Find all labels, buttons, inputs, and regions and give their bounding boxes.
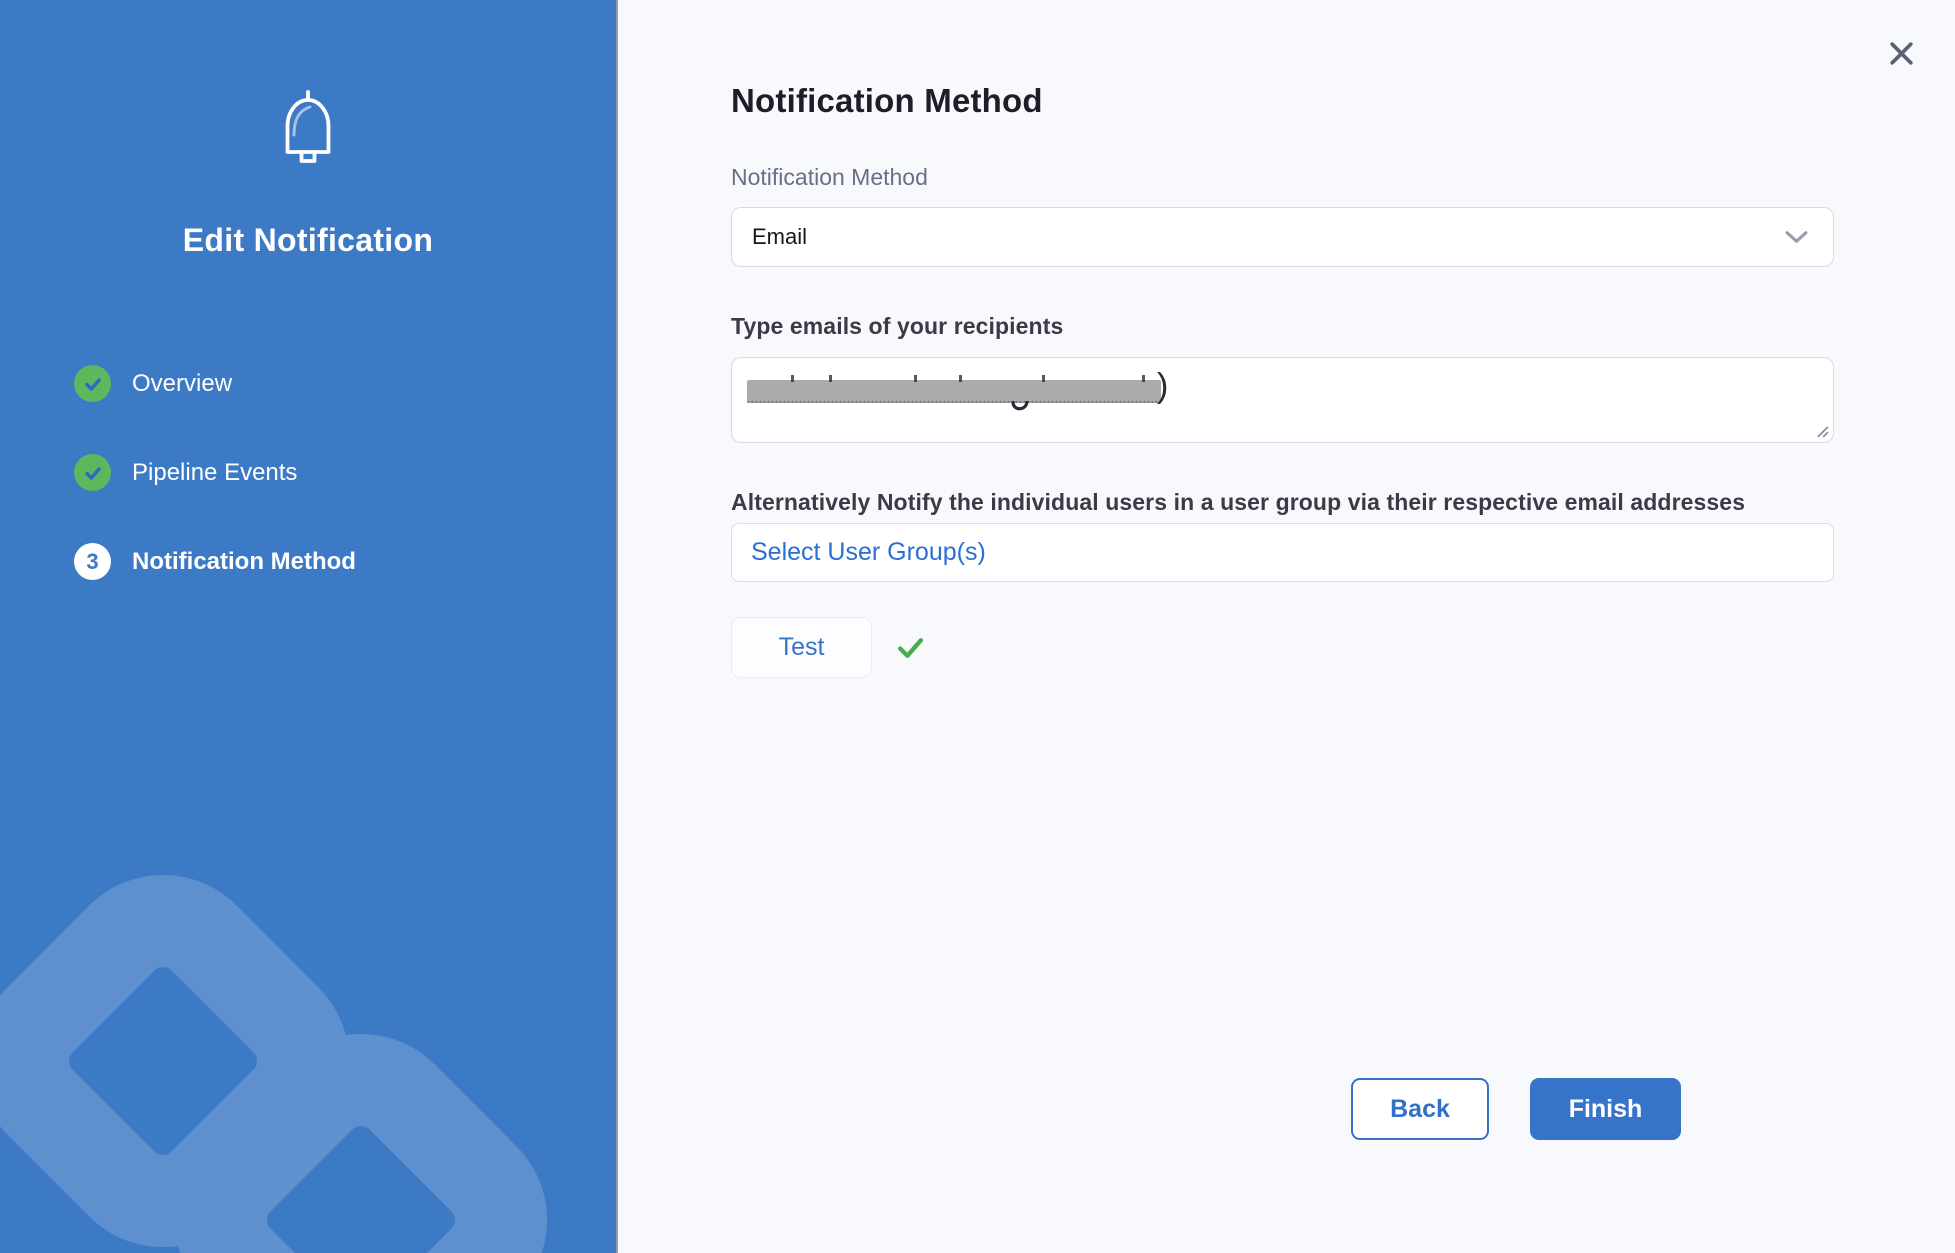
step-number-badge: 3 bbox=[74, 543, 111, 580]
select-user-groups-label: Select User Group(s) bbox=[751, 538, 986, 567]
check-icon bbox=[82, 462, 104, 484]
recipients-visible-fragment: ) bbox=[1157, 367, 1168, 406]
redacted-email-value bbox=[747, 380, 1161, 403]
step-overview[interactable]: Overview bbox=[74, 365, 356, 402]
wizard-footer: Back Finish bbox=[1351, 1078, 1681, 1140]
close-button[interactable] bbox=[1880, 32, 1922, 74]
recipients-textarea[interactable]: ) bbox=[731, 357, 1834, 443]
notification-method-panel: Notification Method Notification Method … bbox=[620, 0, 1955, 1253]
step-label: Notification Method bbox=[132, 548, 356, 576]
method-field-label: Notification Method bbox=[731, 164, 1834, 191]
step-notification-method[interactable]: 3 Notification Method bbox=[74, 543, 356, 580]
page-title: Notification Method bbox=[731, 82, 1834, 120]
step-label: Overview bbox=[132, 370, 232, 398]
step-done-badge bbox=[74, 365, 111, 402]
resize-handle-icon[interactable] bbox=[1812, 421, 1829, 438]
step-label: Pipeline Events bbox=[132, 459, 297, 487]
redacted-descender-mark bbox=[1011, 401, 1029, 415]
step-done-badge bbox=[74, 454, 111, 491]
check-icon bbox=[895, 632, 926, 663]
close-icon bbox=[1886, 38, 1917, 69]
check-icon bbox=[82, 373, 104, 395]
wizard-steps: Overview Pipeline Events 3 Notification … bbox=[74, 365, 356, 632]
step-pipeline-events[interactable]: Pipeline Events bbox=[74, 454, 356, 491]
chevron-down-icon bbox=[1784, 230, 1809, 245]
recipients-field-label: Type emails of your recipients bbox=[731, 313, 1834, 340]
back-button[interactable]: Back bbox=[1351, 1078, 1489, 1140]
select-user-groups-button[interactable]: Select User Group(s) bbox=[731, 523, 1834, 582]
wizard-title: Edit Notification bbox=[0, 222, 616, 259]
wizard-sidebar: Edit Notification Overview bbox=[0, 0, 618, 1253]
notification-method-value: Email bbox=[752, 224, 807, 250]
edit-notification-dialog: Edit Notification Overview bbox=[0, 0, 1955, 1253]
notification-method-select[interactable]: Email bbox=[731, 207, 1834, 267]
usergroup-field-label: Alternatively Notify the individual user… bbox=[731, 489, 1834, 516]
finish-button[interactable]: Finish bbox=[1530, 1078, 1681, 1140]
bell-icon bbox=[274, 88, 342, 170]
test-button[interactable]: Test bbox=[731, 617, 872, 678]
test-row: Test bbox=[731, 617, 1834, 678]
test-success-indicator bbox=[895, 632, 926, 663]
